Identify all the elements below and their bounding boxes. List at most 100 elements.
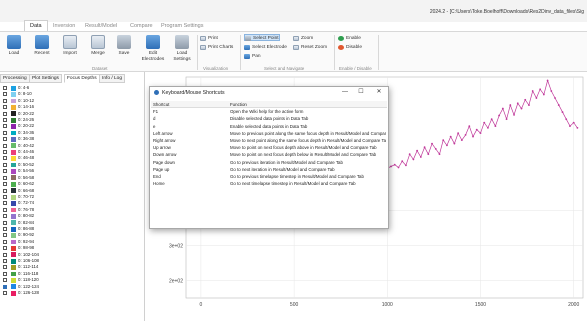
data-point — [501, 107, 504, 110]
depth-checkbox[interactable] — [3, 143, 7, 148]
edit-electrodes-label: Edit Electrodes — [141, 51, 165, 62]
tab-processing[interactable]: Processing — [0, 74, 30, 83]
visualization-group-label: Visualization — [203, 66, 229, 71]
table-row[interactable]: Up arrow Move to point on next focus dept… — [151, 144, 387, 151]
depth-checkbox[interactable] — [3, 226, 7, 231]
color-swatch — [11, 98, 16, 104]
depth-checkbox[interactable] — [3, 124, 7, 129]
depth-checkbox[interactable] — [3, 150, 7, 155]
load-button[interactable]: Load — [2, 35, 26, 57]
depth-checkbox[interactable] — [3, 162, 7, 167]
tab-plot-settings[interactable]: Plot Settings — [29, 74, 62, 83]
data-point — [442, 139, 445, 142]
select-electrode-button[interactable]: Select Electrode — [244, 44, 287, 51]
color-swatch — [11, 149, 16, 155]
depth-checkbox[interactable] — [3, 284, 7, 289]
merge-button[interactable]: Merge — [86, 35, 110, 57]
data-point — [438, 153, 441, 156]
tab-result-model[interactable]: Result/Model — [85, 21, 117, 31]
table-row[interactable]: Home Go to next timelapse timestep in Res… — [151, 180, 387, 187]
save-button[interactable]: Save — [112, 35, 136, 57]
depth-checkbox[interactable] — [3, 156, 7, 161]
recent-button[interactable]: Recent — [30, 35, 54, 57]
depth-checkbox[interactable] — [3, 291, 7, 295]
table-row[interactable]: d Disable selected data points in Data Ta… — [151, 115, 387, 122]
depth-checkbox[interactable] — [3, 182, 7, 187]
shortcut-key: d — [153, 116, 156, 122]
depth-checkbox[interactable] — [3, 130, 7, 135]
table-row[interactable]: End Go to previous timelapse timestep in … — [151, 173, 387, 180]
color-swatch — [11, 105, 16, 110]
maximize-icon[interactable]: ☐ — [354, 88, 368, 97]
depth-checkbox[interactable] — [3, 105, 7, 110]
list-item[interactable]: 0: 126-128 — [2, 290, 62, 296]
enable-icon — [338, 36, 344, 41]
import-button[interactable]: Import — [58, 35, 82, 57]
ribbon-toolbar: Load Recent Import Merge Save Edit Elect… — [0, 31, 587, 72]
tab-program-settings[interactable]: Program Settings — [161, 21, 204, 31]
select-point-button[interactable]: Select Point — [244, 34, 280, 41]
depth-checkbox[interactable] — [3, 201, 7, 206]
table-row[interactable]: Page up Go to next iteration in Result/Mo… — [151, 166, 387, 173]
print-charts-button[interactable]: Print Charts — [200, 44, 233, 51]
table-row[interactable]: e Enable selected data points in Data Tab — [151, 123, 387, 130]
color-swatch — [11, 245, 16, 251]
depth-checkbox[interactable] — [3, 252, 7, 257]
depth-checkbox[interactable] — [3, 194, 7, 199]
depth-checkbox[interactable] — [3, 278, 7, 283]
depth-checkbox[interactable] — [3, 271, 7, 276]
depth-checkbox[interactable] — [3, 111, 7, 116]
tab-focus-depths[interactable]: Focus Depths — [64, 74, 100, 83]
y-tick-label: 3e+02 — [169, 243, 183, 249]
load-settings-button[interactable]: Load Settings — [169, 35, 195, 62]
import-label: Import — [63, 51, 77, 56]
data-point — [393, 163, 396, 166]
depth-checkbox[interactable] — [3, 175, 7, 180]
depth-checkbox[interactable] — [3, 265, 7, 270]
depth-checkbox[interactable] — [3, 239, 7, 244]
depth-checkbox[interactable] — [3, 98, 7, 103]
shortcut-key: F1 — [153, 109, 159, 115]
table-row[interactable]: F1 Open the Wiki help for the active form — [151, 108, 387, 115]
tab-inversion[interactable]: Inversion — [53, 21, 75, 31]
pan-button[interactable]: Pan — [244, 53, 261, 60]
zoom-button[interactable]: Zoom — [293, 35, 313, 42]
depth-checkbox[interactable] — [3, 233, 7, 238]
table-body: F1 Open the Wiki help for the active form… — [151, 108, 387, 187]
table-row[interactable]: Page down Go to previous iteration in Res… — [151, 159, 387, 166]
save-label: Save — [118, 51, 130, 56]
reset-zoom-button[interactable]: Reset Zoom — [293, 44, 327, 51]
color-swatch — [11, 220, 16, 226]
depth-checkbox[interactable] — [3, 137, 7, 142]
depth-checkbox[interactable] — [3, 207, 7, 212]
print-button[interactable]: Print — [200, 35, 218, 42]
pan-label: Pan — [252, 54, 261, 59]
close-icon[interactable]: ✕ — [372, 88, 386, 97]
edit-electrodes-button[interactable]: Edit Electrodes — [139, 35, 167, 62]
depth-checkbox[interactable] — [3, 246, 7, 251]
shortcut-function: Move to next point along the same focus … — [230, 137, 386, 143]
depth-checkbox[interactable] — [3, 169, 7, 174]
enable-button[interactable]: Enable — [338, 35, 361, 42]
depth-checkbox[interactable] — [3, 118, 7, 123]
color-swatch — [11, 130, 16, 136]
tab-info-log[interactable]: Info / Log — [99, 74, 126, 83]
table-row[interactable]: Left arrow Move to previous point along t… — [151, 130, 387, 137]
data-point — [509, 104, 512, 106]
table-row[interactable]: Right arrow Move to next point along the … — [151, 137, 387, 144]
minimize-icon[interactable]: — — [338, 88, 352, 97]
shortcut-function: Go to previous timelapse timestep in Res… — [230, 173, 364, 179]
depth-checkbox[interactable] — [3, 86, 7, 90]
tab-compare[interactable]: Compare — [130, 21, 153, 31]
dialog-title: Keyboard/Mouse Shortcuts — [162, 90, 225, 96]
depth-checkbox[interactable] — [3, 188, 7, 193]
depth-checkbox[interactable] — [3, 92, 7, 97]
shortcut-key: Right arrow — [153, 137, 176, 143]
disable-button[interactable]: Disable — [338, 44, 362, 51]
depth-checkbox[interactable] — [3, 220, 7, 225]
depth-checkbox[interactable] — [3, 214, 7, 219]
ribbon-separator — [334, 35, 335, 70]
data-point — [569, 125, 571, 128]
table-row[interactable]: Down arrow Move to point on next focus de… — [151, 151, 387, 158]
depth-checkbox[interactable] — [3, 258, 7, 263]
